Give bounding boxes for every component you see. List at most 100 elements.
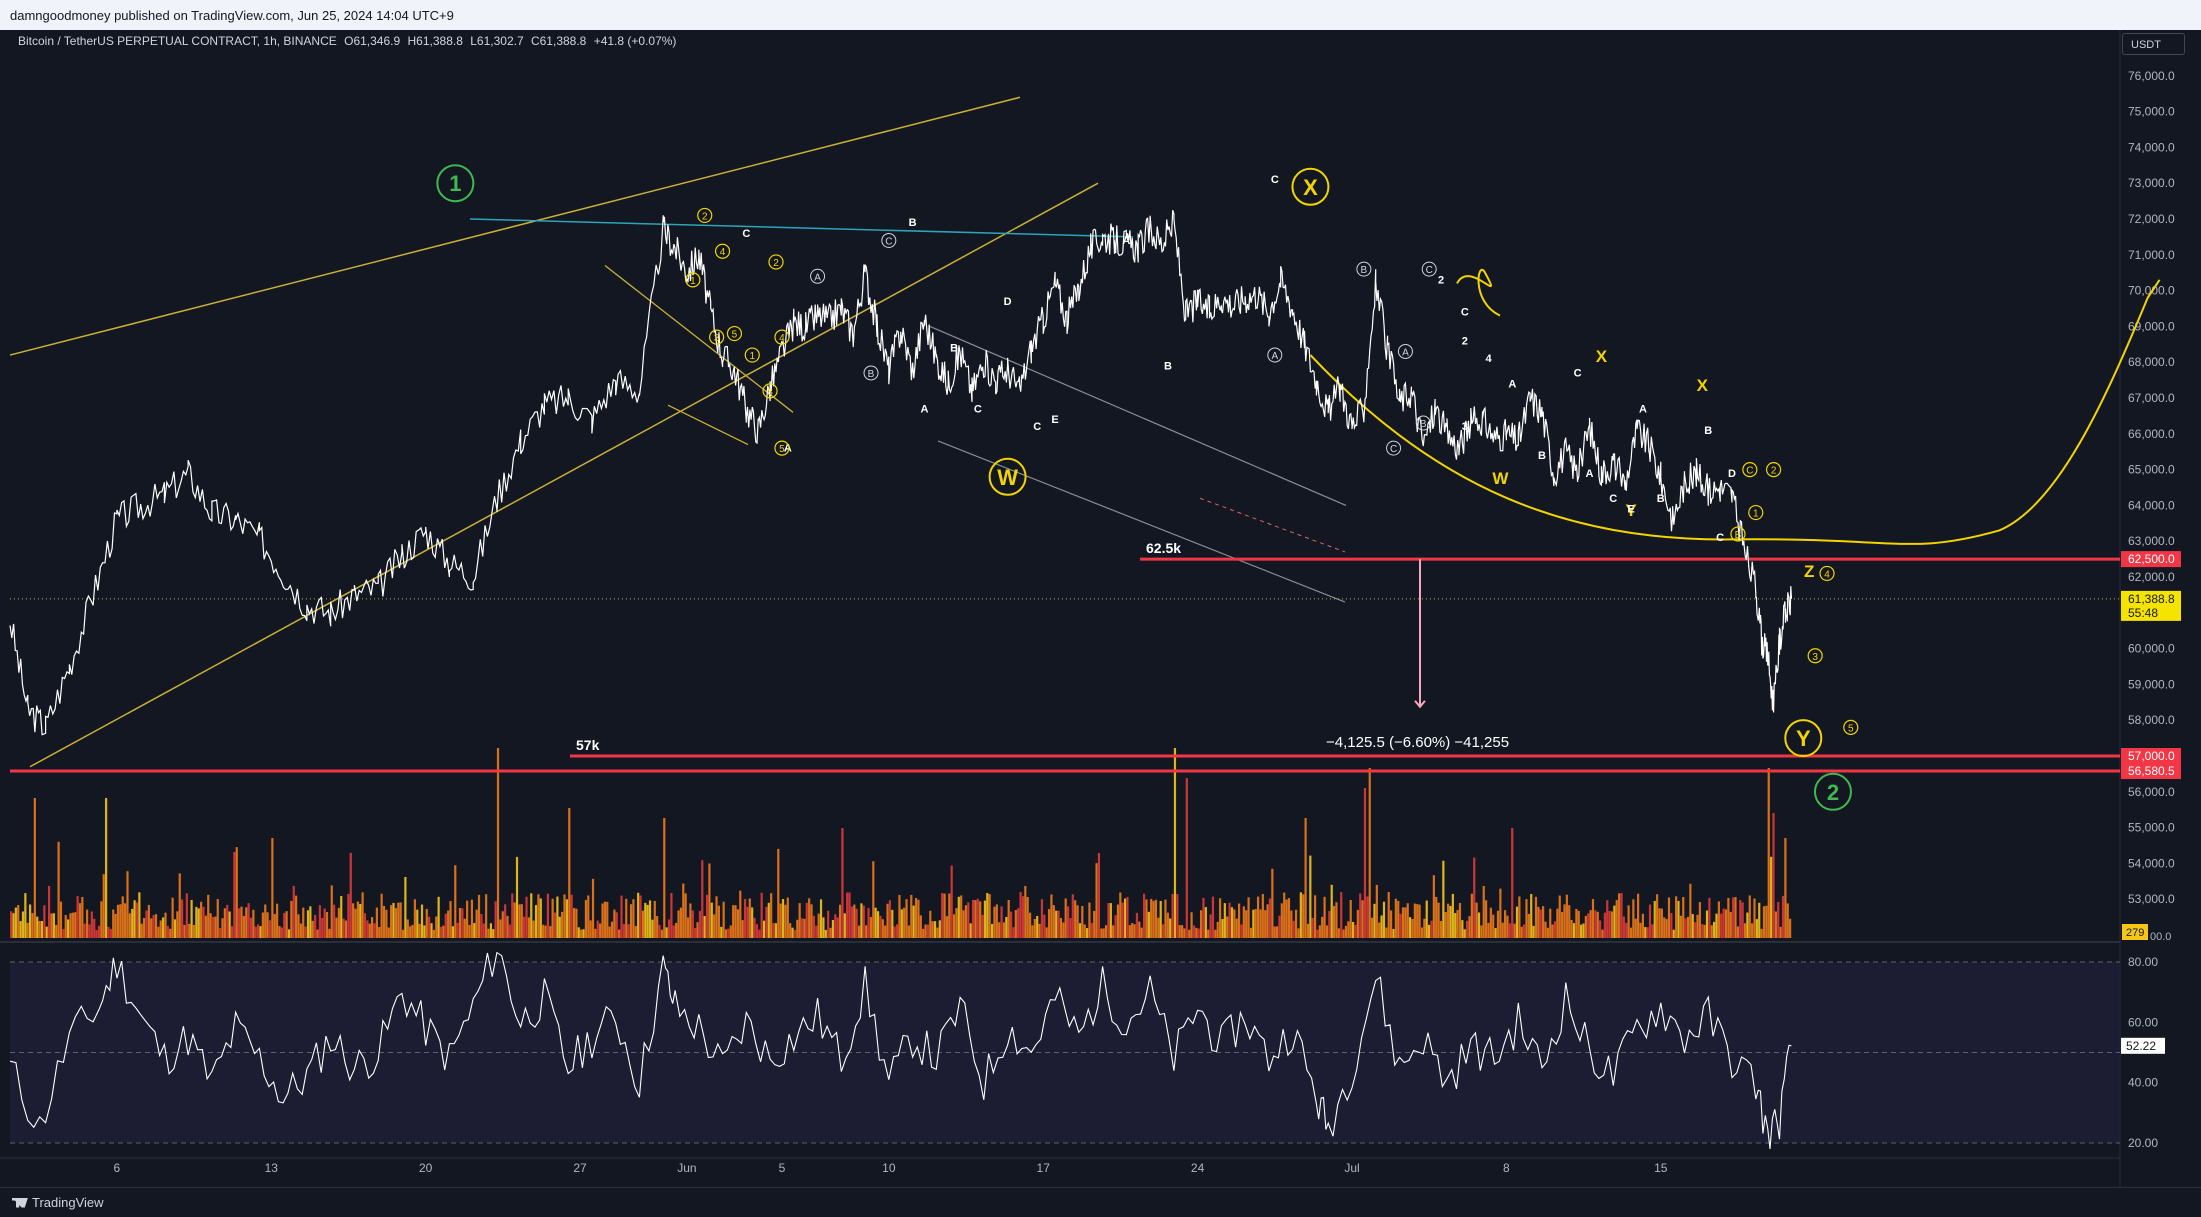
volume-bar — [238, 908, 241, 938]
volume-bar — [71, 912, 74, 938]
volume-bar — [1273, 926, 1276, 938]
volume-bar — [1050, 894, 1053, 938]
wave-label: Y — [1796, 726, 1811, 751]
volume-bar — [786, 897, 789, 938]
symbol-name: Bitcoin / TetherUS PERPETUAL CONTRACT, 1… — [18, 34, 337, 48]
volume-bar — [1190, 912, 1193, 938]
volume-bar — [1774, 911, 1777, 938]
volume-bar — [1183, 928, 1186, 938]
symbol-legend: Bitcoin / TetherUS PERPETUAL CONTRACT, 1… — [18, 34, 680, 48]
volume-bar — [233, 852, 236, 938]
volume-bar — [1515, 906, 1519, 938]
volume-bar — [1261, 893, 1264, 938]
volume-bar — [354, 908, 357, 938]
volume-bar — [162, 917, 165, 938]
volume-bar — [1259, 909, 1262, 938]
symbol-close: C61,388.8 — [530, 34, 587, 48]
volume-bar — [240, 906, 243, 938]
volume-bar — [1097, 853, 1101, 938]
volume-bar — [147, 905, 150, 938]
volume-bar — [1000, 906, 1003, 938]
volume-bar — [1197, 928, 1200, 938]
volume-bar — [1710, 925, 1713, 938]
volume-bar — [1363, 788, 1367, 938]
volume-bar — [610, 921, 614, 938]
volume-bar — [392, 902, 395, 938]
volume-bar — [280, 927, 283, 938]
volume-bar — [1684, 918, 1687, 938]
volume-bar — [1226, 916, 1229, 938]
volume-bar — [1765, 905, 1768, 938]
volume-bar — [1534, 896, 1538, 938]
volume-bar — [1382, 901, 1386, 938]
volume-bar — [1173, 748, 1177, 938]
volume-bar — [1026, 896, 1029, 938]
volume-bar — [295, 895, 298, 938]
volume-bar — [1584, 915, 1587, 938]
volume-bar — [710, 902, 713, 938]
volume-bar — [207, 894, 210, 938]
volume-bar — [1428, 924, 1431, 938]
volume-bar — [615, 912, 618, 938]
time-tick-label: 15 — [1654, 1161, 1668, 1175]
volume-bar — [979, 901, 982, 938]
volume-bar — [1563, 904, 1566, 938]
volume-bar — [1496, 910, 1500, 938]
volume-bar — [105, 798, 108, 938]
volume-bar — [330, 885, 333, 938]
volume-bar — [1171, 894, 1174, 938]
volume-bar — [646, 904, 649, 938]
volume-bar — [679, 907, 683, 938]
volume-bar — [1138, 921, 1141, 938]
volume-bar — [1047, 909, 1051, 938]
volume-bar — [499, 919, 502, 938]
volume-bar — [1119, 892, 1122, 938]
resistance-line — [469, 218, 1134, 238]
volume-bar — [767, 902, 770, 938]
volume-bar — [192, 924, 196, 938]
currency-button[interactable]: USDT — [2122, 33, 2185, 55]
volume-bar — [1342, 929, 1345, 938]
volume-bar — [732, 905, 735, 938]
volume-value-label: 279 — [2126, 927, 2144, 939]
volume-bar — [299, 923, 302, 938]
volume-bar — [1629, 927, 1633, 938]
volume-bar — [287, 929, 291, 938]
volume-bar — [323, 908, 326, 938]
volume-bar — [363, 913, 367, 938]
volume-bar — [1330, 884, 1333, 938]
volume-bar — [494, 901, 497, 938]
chart-root: damngoodmoney published on TradingView.c… — [0, 0, 2201, 1217]
volume-bar — [31, 913, 34, 938]
volume-bar — [796, 919, 799, 938]
volume-bar — [867, 907, 870, 938]
volume-bar — [1703, 924, 1706, 938]
time-tick-label: Jun — [677, 1161, 696, 1175]
volume-bar — [580, 929, 583, 938]
volume-bar — [1373, 903, 1376, 938]
volume-bar — [1762, 906, 1766, 938]
volume-bar — [1447, 903, 1450, 938]
price-tick-label: 53,000.0 — [2128, 892, 2175, 906]
volume-bar — [1686, 916, 1690, 938]
wave-sublabel: B — [1164, 360, 1172, 372]
volume-bar — [853, 904, 856, 938]
wave-sublabel: C — [1461, 307, 1469, 319]
volume-bar — [1444, 912, 1447, 938]
volume-bar — [1416, 904, 1419, 938]
volume-bar — [1366, 896, 1369, 938]
price-chart[interactable]: 76,000.0 75,000.0 74,000.0 73,000.0 72,000.0… — [0, 0, 2201, 1217]
volume-bar — [1504, 910, 1507, 938]
price-tick-label: 75,000.0 — [2128, 105, 2175, 119]
volume-bar — [1169, 918, 1172, 938]
volume-bar — [1240, 924, 1243, 938]
volume-bar — [1014, 909, 1017, 938]
wave-sublabel: C — [1033, 421, 1041, 433]
volume-bar — [857, 925, 861, 938]
volume-bar — [435, 916, 438, 938]
volume-bar — [1218, 898, 1222, 938]
volume-bar — [1420, 927, 1424, 938]
volume-bar — [1304, 818, 1307, 938]
volume-bar — [1392, 928, 1395, 938]
volume-bar — [1506, 915, 1509, 938]
